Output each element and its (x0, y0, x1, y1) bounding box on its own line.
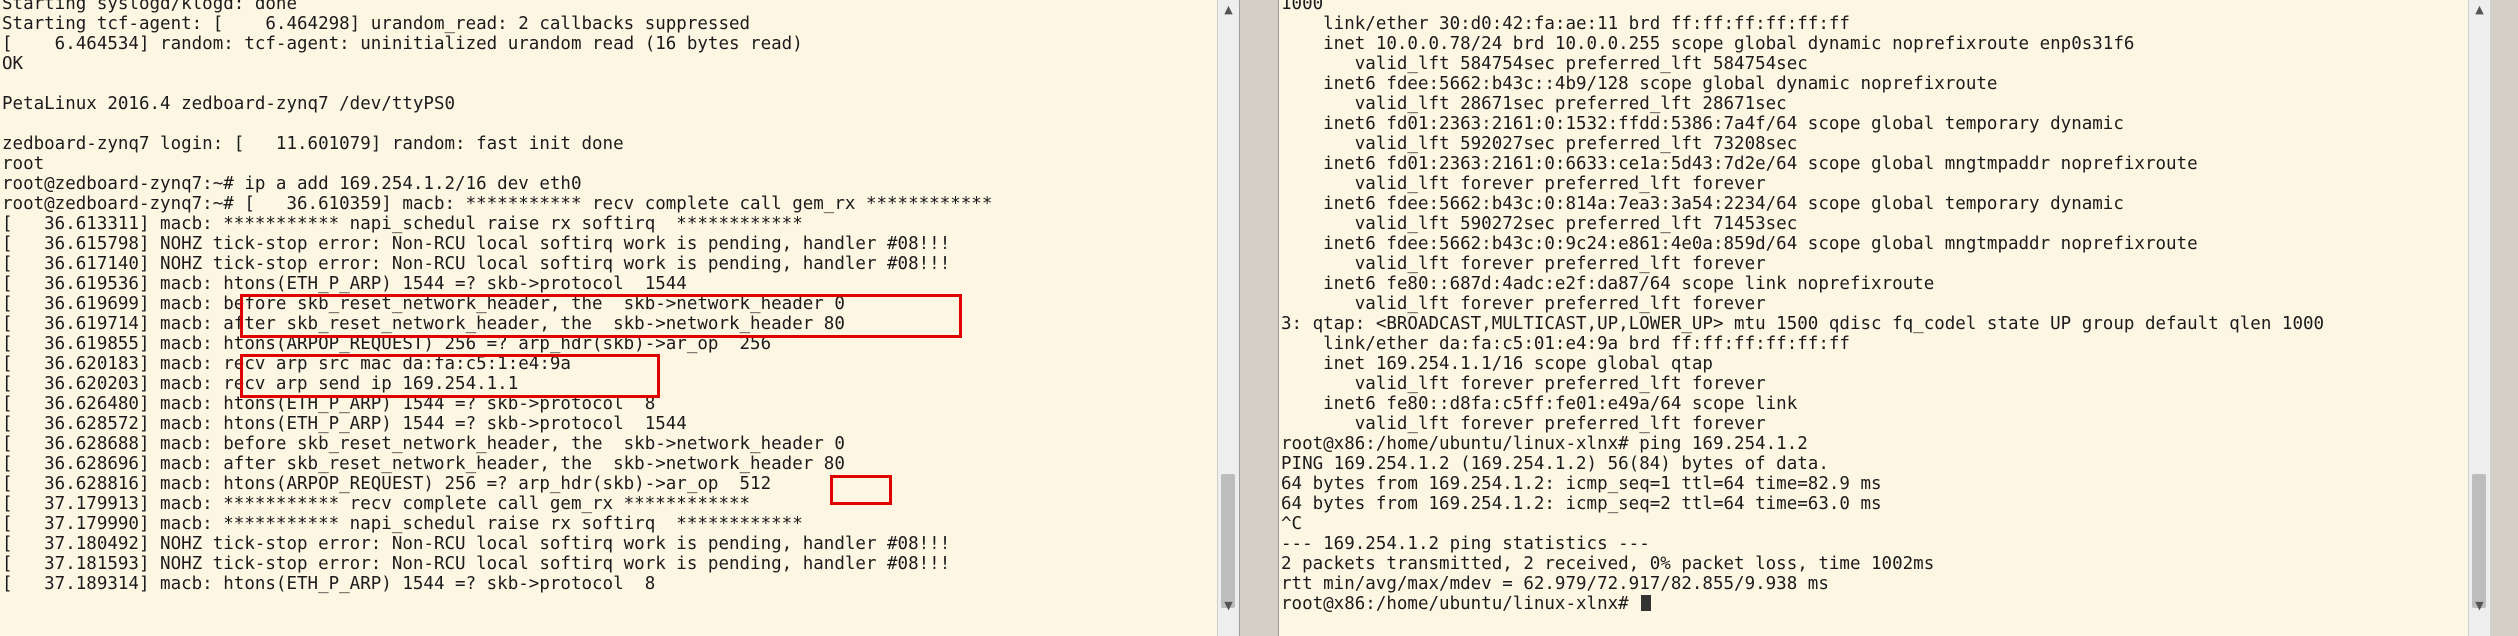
left-terminal-line: Starting tcf-agent: [ 6.464298] urandom_… (2, 14, 751, 34)
left-terminal-line: [ 36.619855] macb: htons(ARPOP_REQUEST) … (2, 334, 772, 354)
left-terminal-line: PetaLinux 2016.4 zedboard-zynq7 /dev/tty… (2, 94, 456, 114)
left-terminal-line: Starting syslogd/klogd: done (2, 0, 298, 14)
left-terminal-line (2, 114, 1215, 134)
left-terminal-line: [ 6.464534] random: tcf-agent: uninitial… (2, 34, 803, 54)
left-scroll-thumb[interactable] (1221, 474, 1235, 608)
left-terminal-line: root (2, 154, 45, 174)
right-terminal-line: valid_lft 590272sec preferred_lft 71453s… (1281, 214, 1798, 234)
right-terminal-line: inet6 fdee:5662:b43c::4b9/128 scope glob… (1281, 74, 1998, 94)
right-terminal-line: link/ether da:fa:c5:01:e4:9a brd ff:ff:f… (1281, 334, 1850, 354)
left-terminal-pane[interactable]: Starting syslogd/klogd: done Starting tcf… (0, 0, 1240, 636)
left-terminal-line: [ 36.628816] macb: htons(ARPOP_REQUEST) … (2, 474, 772, 494)
right-terminal-line: 64 bytes from 169.254.1.2: icmp_seq=1 tt… (1281, 474, 1882, 494)
right-terminal-line: valid_lft forever preferred_lft forever (1281, 374, 1766, 394)
right-terminal-line: inet6 fd01:2363:2161:0:1532:ffdd:5386:7a… (1281, 114, 2124, 134)
right-terminal-line: valid_lft 584754sec preferred_lft 584754… (1281, 54, 1808, 74)
right-terminal-line: inet 169.254.1.1/16 scope global qtap (1281, 354, 1713, 374)
left-terminal-line: [ 36.620183] macb: recv arp src mac da:f… (2, 354, 571, 374)
left-terminal-output[interactable]: Starting syslogd/klogd: done Starting tcf… (2, 0, 1215, 614)
left-terminal-line: [ 37.189314] macb: htons(ETH_P_ARP) 1544… (2, 574, 656, 594)
right-terminal-line: rtt min/avg/max/mdev = 62.979/72.917/82.… (1281, 574, 1829, 594)
right-terminal-line: valid_lft 592027sec preferred_lft 73208s… (1281, 134, 1798, 154)
right-terminal-line: link/ether 30:d0:42:fa:ae:11 brd ff:ff:f… (1281, 14, 1850, 34)
right-terminal-line: --- 169.254.1.2 ping statistics --- (1281, 534, 1650, 554)
right-terminal-line: inet6 fe80::d8fa:c5ff:fe01:e49a/64 scope… (1281, 394, 1798, 414)
left-scrollbar[interactable]: ▲ ▼ (1217, 0, 1239, 636)
left-terminal-line: [ 37.179990] macb: *********** napi_sche… (2, 514, 803, 534)
left-terminal-line: [ 36.628696] macb: after skb_reset_netwo… (2, 454, 845, 474)
right-terminal-line: inet6 fe80::687d:4adc:e2f:da87/64 scope … (1281, 274, 1935, 294)
left-terminal-line: [ 37.181593] NOHZ tick-stop error: Non-R… (2, 554, 951, 574)
pane-divider[interactable] (1241, 0, 1277, 636)
left-terminal-line: [ 36.619714] macb: after skb_reset_netwo… (2, 314, 845, 334)
up-arrow-icon[interactable]: ▲ (1218, 0, 1239, 20)
right-scroll-thumb[interactable] (2472, 474, 2486, 608)
terminal-cursor (1641, 595, 1652, 611)
right-terminal-line: valid_lft 28671sec preferred_lft 28671se… (1281, 94, 1787, 114)
left-terminal-line: root@zedboard-zynq7:~# ip a add 169.254.… (2, 174, 582, 194)
right-terminal-line: root@x86:/home/ubuntu/linux-xlnx# (1281, 594, 2466, 614)
right-terminal-line: 64 bytes from 169.254.1.2: icmp_seq=2 tt… (1281, 494, 1882, 514)
right-terminal-line: inet 10.0.0.78/24 brd 10.0.0.255 scope g… (1281, 34, 2135, 54)
left-terminal-line: [ 36.619699] macb: before skb_reset_netw… (2, 294, 845, 314)
left-terminal-line: [ 36.619536] macb: htons(ETH_P_ARP) 1544… (2, 274, 687, 294)
left-terminal-line: [ 36.620203] macb: recv arp send ip 169.… (2, 374, 519, 394)
left-terminal-line: [ 36.628688] macb: before skb_reset_netw… (2, 434, 845, 454)
right-terminal-line: ^C (1281, 514, 1303, 534)
right-scrollbar[interactable]: ▲ ▼ (2468, 0, 2490, 636)
left-terminal-line: [ 36.626480] macb: htons(ETH_P_ARP) 1544… (2, 394, 656, 414)
left-terminal-line: [ 36.617140] NOHZ tick-stop error: Non-R… (2, 254, 951, 274)
right-terminal-line: valid_lft forever preferred_lft forever (1281, 414, 1766, 434)
left-terminal-line: [ 36.615798] NOHZ tick-stop error: Non-R… (2, 234, 951, 254)
left-terminal-line (2, 594, 1215, 614)
right-terminal-line: 1000 (1281, 0, 1324, 14)
right-terminal-line: inet6 fd01:2363:2161:0:6633:ce1a:5d43:7d… (1281, 154, 2198, 174)
right-terminal-line: 2 packets transmitted, 2 received, 0% pa… (1281, 554, 1935, 574)
left-terminal-line: [ 36.628572] macb: htons(ETH_P_ARP) 1544… (2, 414, 687, 434)
right-terminal-line: valid_lft forever preferred_lft forever (1281, 254, 1766, 274)
left-terminal-line: [ 37.179913] macb: *********** recv comp… (2, 494, 751, 514)
right-terminal-line: PING 169.254.1.2 (169.254.1.2) 56(84) by… (1281, 454, 1829, 474)
down-arrow-icon[interactable]: ▼ (1218, 596, 1239, 616)
left-terminal-line: [ 37.180492] NOHZ tick-stop error: Non-R… (2, 534, 951, 554)
up-arrow-icon[interactable]: ▲ (2469, 0, 2490, 20)
right-terminal-line: inet6 fdee:5662:b43c:0:9c24:e861:4e0a:85… (1281, 234, 2198, 254)
left-terminal-line: [ 36.613311] macb: *********** napi_sche… (2, 214, 803, 234)
left-terminal-line (2, 74, 1215, 94)
right-terminal-line: valid_lft forever preferred_lft forever (1281, 174, 1766, 194)
left-terminal-line: zedboard-zynq7 login: [ 11.601079] rando… (2, 134, 624, 154)
down-arrow-icon[interactable]: ▼ (2469, 596, 2490, 616)
left-terminal-line: root@zedboard-zynq7:~# [ 36.610359] macb… (2, 194, 993, 214)
right-terminal-output[interactable]: 1000 link/ether 30:d0:42:fa:ae:11 brd ff… (1281, 0, 2466, 614)
left-terminal-line: OK (2, 54, 24, 74)
right-terminal-line: 3: qtap: <BROADCAST,MULTICAST,UP,LOWER_U… (1281, 314, 2325, 334)
right-terminal-line: root@x86:/home/ubuntu/linux-xlnx# ping 1… (1281, 434, 1808, 454)
right-terminal-pane[interactable]: 1000 link/ether 30:d0:42:fa:ae:11 brd ff… (1278, 0, 2490, 636)
right-terminal-line: inet6 fdee:5662:b43c:0:814a:7ea3:3a54:22… (1281, 194, 2124, 214)
right-terminal-line: valid_lft forever preferred_lft forever (1281, 294, 1766, 314)
